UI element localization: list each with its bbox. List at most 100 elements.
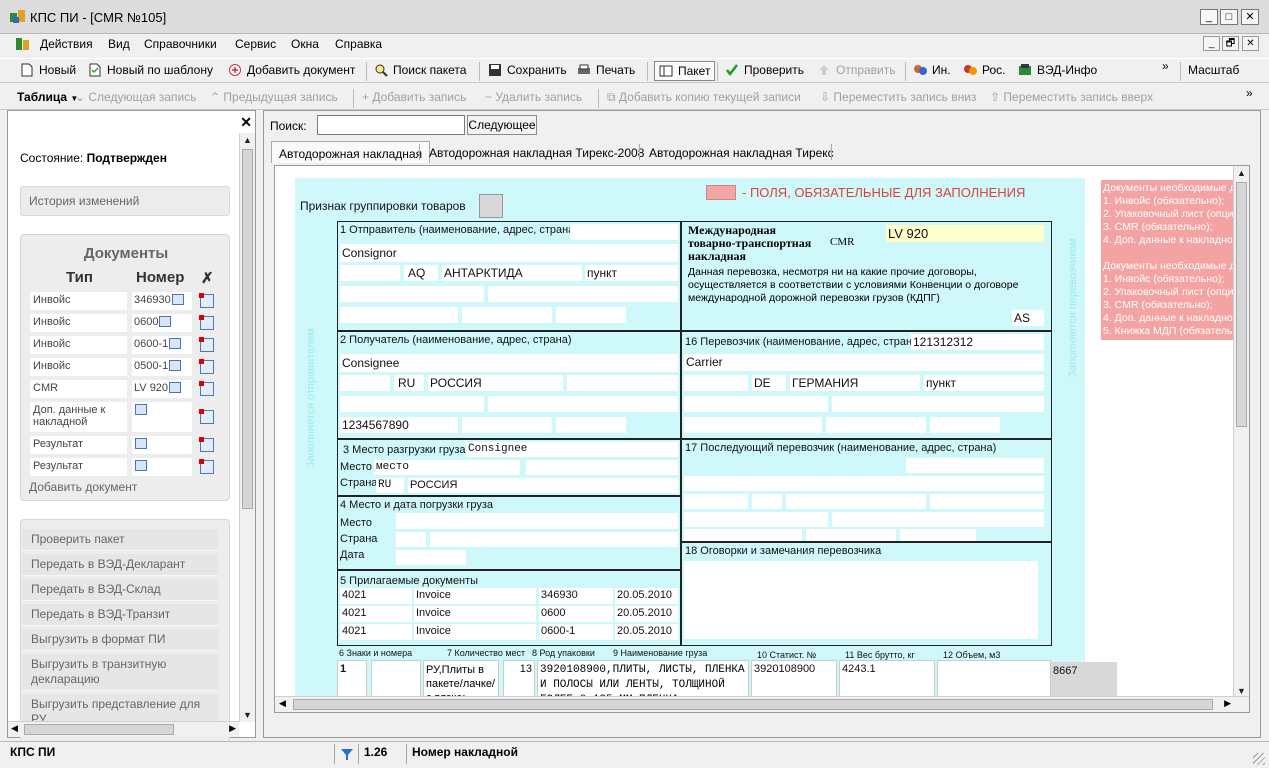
unload-name-field[interactable]: Consignee [466,442,678,457]
doc-number-cell[interactable]: 0600-1 [132,336,192,354]
find-next-button[interactable]: Следующее [467,115,537,135]
attached-name-cell[interactable]: Invoice [414,606,536,622]
delete-doc-icon[interactable] [199,293,214,308]
attached-num-cell[interactable]: 0600 [539,606,613,622]
unload-country-field[interactable]: РОССИЯ [408,478,678,493]
attached-date-cell[interactable]: 20.05.2010 [615,624,678,640]
export-pi-action[interactable]: Выгрузить в формат ПИ [22,629,218,651]
delete-doc-icon[interactable] [199,381,214,396]
table-menu[interactable]: Таблица ▼ [17,90,78,104]
doc-row[interactable]: Инвойс 0600-1 [29,336,219,354]
scroll-thumb[interactable] [242,149,253,509]
prev-record-button[interactable]: ⌃ Предыдущая запись [210,90,338,104]
receiver-code2-field[interactable] [462,417,552,433]
move-down-button[interactable]: ⇩ Переместить запись вниз [820,90,976,104]
toolbar2-overflow-button[interactable]: » [1246,86,1253,100]
tab-road-waybill-tirex[interactable]: Автодорожная накладная Тирекс [642,141,841,163]
receiver-cc-field[interactable]: RU [394,375,424,391]
find-package-button[interactable]: Поиск пакета [374,63,466,77]
menu-view[interactable]: Вид [108,37,130,51]
attached-num-cell[interactable]: 346930 [539,588,613,604]
loading-cc-field[interactable] [396,532,426,547]
doc-row[interactable]: Инвойс 0500-1 [29,358,219,376]
mdi-close-button[interactable]: ✕ [1242,36,1259,51]
next-carrier-house-field[interactable] [832,512,1044,527]
delete-record-button[interactable]: − Удалить запись [485,90,582,104]
sender-house-field[interactable] [488,286,678,302]
ellipsis-icon[interactable] [135,438,147,449]
tab-road-waybill[interactable]: Автодорожная накладная [271,141,431,163]
left-horizontal-scrollbar[interactable]: ◀ ▶ [8,721,239,737]
receiver-house-field[interactable] [488,396,678,412]
doc-number-cell[interactable]: 0600 [132,314,192,332]
loading-date-field[interactable] [396,550,466,565]
in-button[interactable]: Ин. [913,63,951,77]
carrier-code3-field[interactable] [826,417,926,433]
send-ved-warehouse-action[interactable]: Передать в ВЭД-Склад [22,579,218,601]
print-button[interactable]: Печать [577,63,635,77]
ellipsis-icon[interactable] [135,460,147,471]
ellipsis-icon[interactable] [169,382,182,393]
form-vertical-scrollbar[interactable]: ▲ ▼ [1233,166,1249,698]
sender-cc-field[interactable]: AQ [404,265,438,281]
receiver-city-field[interactable] [567,375,678,391]
send-button[interactable]: Отправить [817,63,896,77]
next-carrier-code2-field[interactable] [806,529,896,541]
attached-num-cell[interactable]: 0600-1 [539,624,613,640]
remarks-field[interactable] [684,561,1038,639]
carrier-house-field[interactable] [832,396,1044,412]
receiver-street-field[interactable] [340,396,484,412]
add-document-link[interactable]: Добавить документ [29,480,137,494]
scroll-thumb[interactable] [1236,182,1247,427]
attached-date-cell[interactable]: 20.05.2010 [615,588,678,604]
ellipsis-icon[interactable] [159,316,172,327]
new-template-button[interactable]: Новый по шаблону [88,63,213,77]
cmr-number-field[interactable]: LV 920 [886,225,1044,242]
export-transit-declaration-action[interactable]: Выгрузить в транзитную декларацию [22,654,218,691]
sender-code2-field[interactable] [462,307,552,323]
sender-extra-field[interactable] [570,224,678,240]
add-document-button[interactable]: Добавить документ [228,63,355,77]
delete-doc-icon[interactable] [199,359,214,374]
sender-city-field[interactable]: пункт [585,265,678,281]
check-package-action[interactable]: Проверить пакет [22,529,218,551]
attached-code-cell[interactable]: 4021 [340,624,412,640]
doc-row[interactable]: Инвойс 0600 [29,314,219,332]
sender-country-field[interactable]: АНТАРКТИДА [442,265,582,281]
package-button[interactable]: Пакет [654,61,716,81]
form-horizontal-scrollbar[interactable]: ◀ ▶ [275,696,1249,712]
attached-code-cell[interactable]: 4021 [340,588,412,604]
unload-place-field[interactable]: место [374,460,520,475]
send-ved-declarant-action[interactable]: Передать в ВЭД-Декларант [22,554,218,576]
scroll-left-icon[interactable]: ◀ [279,698,286,709]
tab-road-waybill-tirex-2008[interactable]: Автодорожная накладная Тирекс-2008 [422,141,651,163]
as-field[interactable]: AS [1012,310,1044,326]
search-input[interactable] [317,115,465,135]
ellipsis-icon[interactable] [171,294,184,305]
next-carrier-field[interactable] [906,458,1044,473]
next-carrier-code-field[interactable] [684,529,802,541]
scroll-down-icon[interactable]: ▼ [1234,686,1249,696]
sender-zip-field[interactable] [340,265,400,281]
h-scroll-thumb[interactable] [24,724,174,735]
save-button[interactable]: Сохранить [488,63,567,77]
menu-service[interactable]: Сервис [235,37,276,51]
doc-row[interactable]: Инвойс 346930 [29,292,219,310]
scroll-up-icon[interactable]: ▲ [1234,168,1249,178]
carrier-code4-field[interactable] [930,417,1000,433]
doc-row[interactable]: Доп. данные к накладной [29,402,219,432]
menu-actions[interactable]: Действия [40,37,93,51]
next-carrier-city-field[interactable] [930,494,1044,509]
sender-name-field[interactable]: Consignor [340,244,678,262]
next-carrier-zip-field[interactable] [684,494,748,509]
zoom-button[interactable]: Масштаб [1188,63,1239,77]
next-carrier-country-field[interactable] [786,494,926,509]
loading-country-field[interactable] [430,532,678,547]
receiver-code3-field[interactable] [556,417,626,433]
history-button[interactable]: История изменений [20,186,230,216]
menu-references[interactable]: Справочники [144,37,217,51]
attached-code-cell[interactable]: 4021 [340,606,412,622]
doc-row[interactable]: CMR LV 920 [29,380,219,398]
receiver-country-field[interactable]: РОССИЯ [428,375,563,391]
next-carrier-cc-field[interactable] [752,494,782,509]
